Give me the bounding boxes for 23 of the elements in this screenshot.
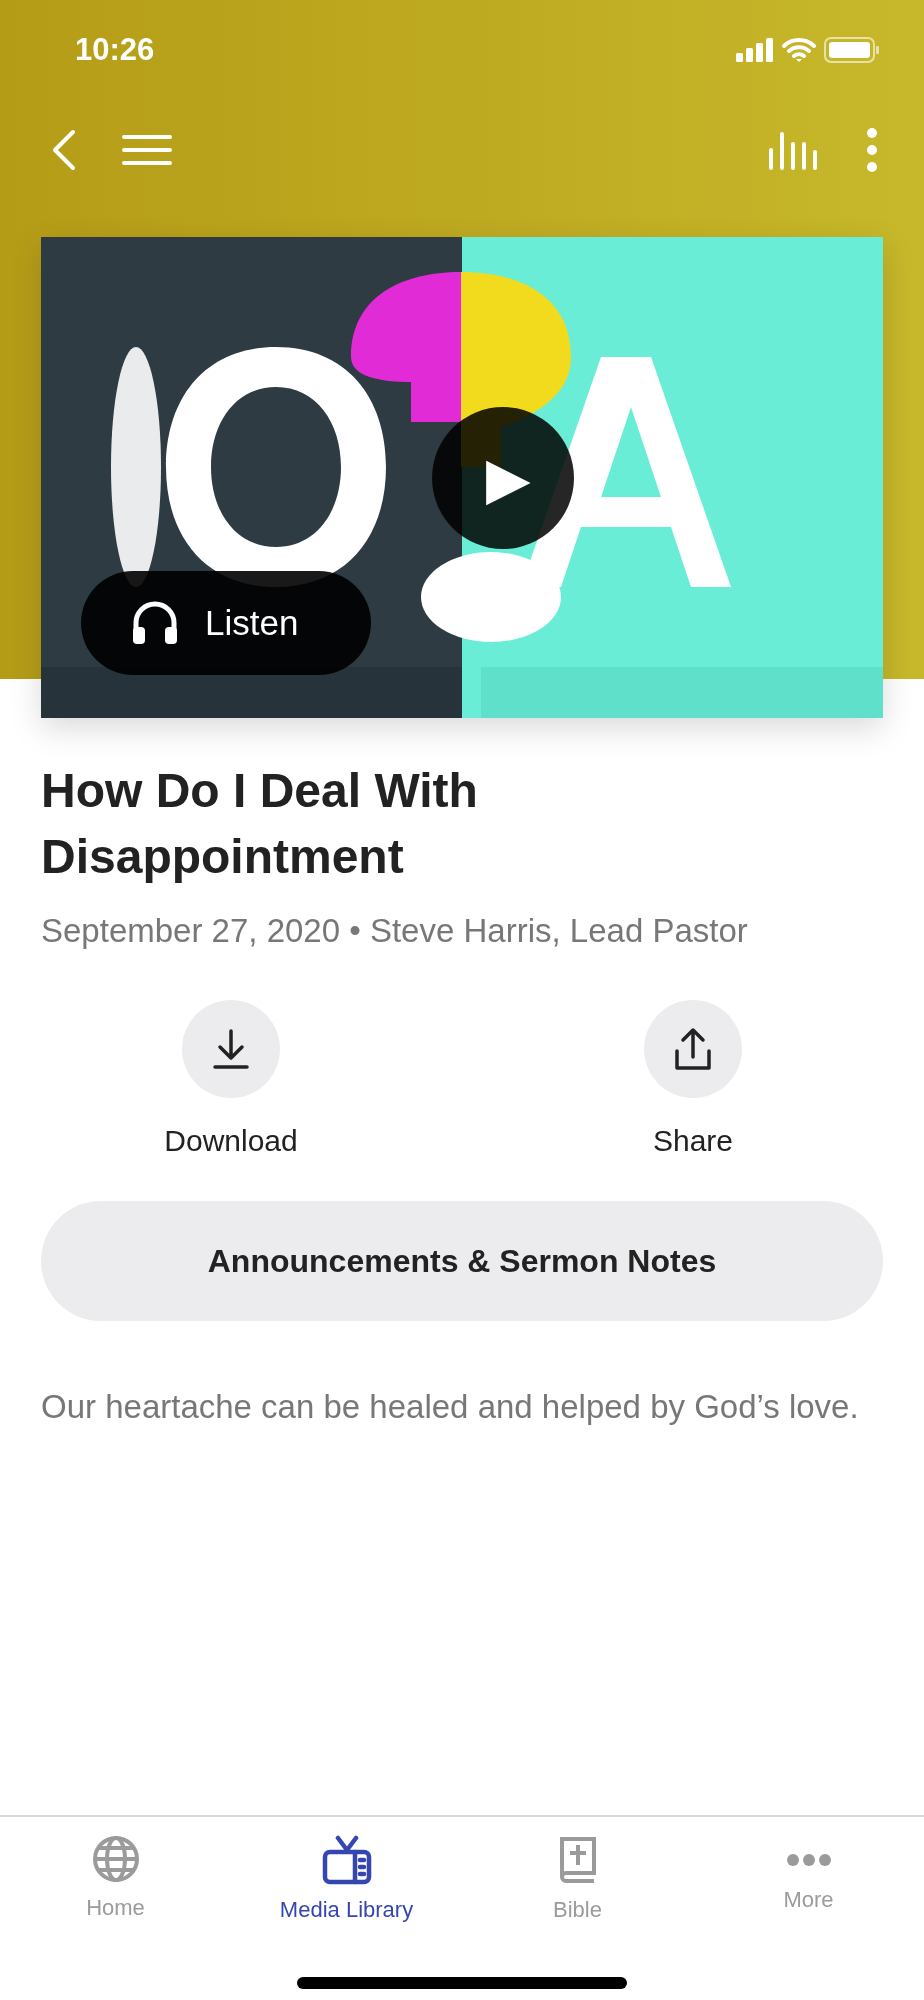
wifi-icon (782, 37, 816, 63)
sermon-description: Our heartache can be healed and helped by God’s love. (41, 1386, 860, 1427)
book-icon (557, 1835, 598, 1885)
battery-icon (824, 37, 880, 63)
status-time: 10:26 (75, 30, 155, 69)
signal-icon (736, 38, 774, 62)
back-icon[interactable] (52, 129, 76, 171)
globe-icon (91, 1835, 140, 1883)
tv-icon (321, 1835, 372, 1885)
headphones-icon (131, 601, 179, 645)
sermon-title: How Do I Deal With Disappointment (41, 763, 479, 885)
more-icon (785, 1853, 832, 1867)
download-icon (211, 1027, 251, 1070)
action-label: Share (652, 1122, 734, 1159)
share-icon (673, 1026, 713, 1071)
notes-button[interactable]: Announcements & Sermon Notes (41, 1200, 883, 1321)
listen-button[interactable]: Listen (81, 571, 371, 675)
more-options-icon[interactable] (866, 127, 878, 173)
equalizer-icon[interactable] (768, 130, 820, 170)
action-label: Download (164, 1122, 298, 1159)
tab[interactable]: Media Library (231, 1817, 462, 2000)
menu-icon[interactable] (122, 134, 172, 166)
sermon-info: September 27, 2020 • Steve Harris, Lead Pastor (41, 911, 749, 951)
